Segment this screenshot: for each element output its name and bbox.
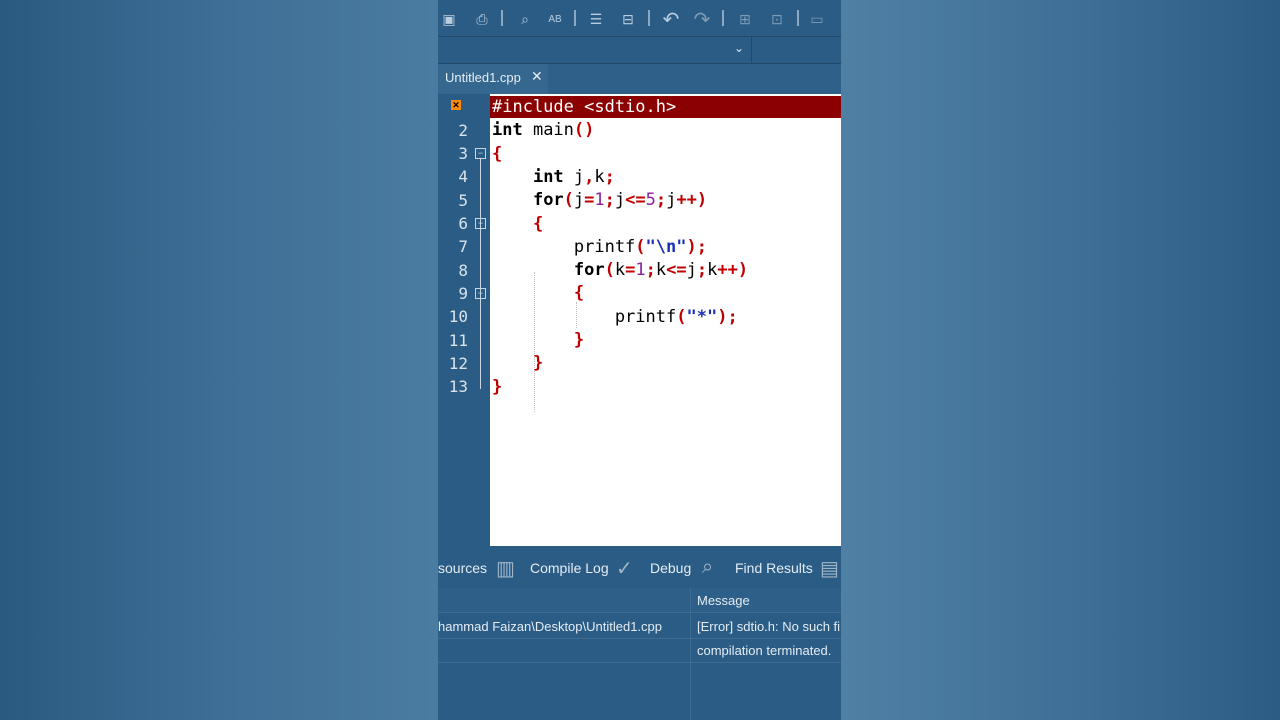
line-number: 6 <box>458 214 468 233</box>
line-number: 13 <box>448 377 468 396</box>
code-line[interactable]: int j,k; <box>492 166 615 189</box>
line-number-gutter: ✕ 2 3 4 5 6 7 8 9 10 11 12 13 − − − 1 <box>438 94 490 546</box>
class-dropdown-bar: ⌄ <box>438 37 841 63</box>
close-file-icon[interactable]: ▣ <box>438 8 460 30</box>
remove-page-icon[interactable]: ⊡ <box>766 8 788 30</box>
error-marker-icon: ✕ <box>451 100 461 110</box>
bottom-panel-tabs: sources ▥ Compile Log ✓ Debug ⌕ Find Res… <box>438 548 841 588</box>
line-number: 4 <box>458 167 468 186</box>
code-line[interactable]: int main() <box>492 119 594 142</box>
code-line[interactable]: } <box>492 329 584 352</box>
code-line[interactable]: printf("\n"); <box>492 236 707 259</box>
tab-debug[interactable]: Debug <box>650 560 691 576</box>
compile-log-icon: ▥ <box>496 558 515 580</box>
code-line[interactable]: { <box>492 143 502 166</box>
code-line[interactable]: for(k=1;k<=j;k++) <box>492 259 748 282</box>
line-number: 5 <box>458 191 468 210</box>
debug-check-icon: ✓ <box>616 558 633 580</box>
tab-find-results[interactable]: Find Results <box>735 560 813 576</box>
code-line[interactable]: { <box>492 282 584 305</box>
line-number: 11 <box>448 331 468 350</box>
compile-icon[interactable]: ⊟ <box>617 8 639 30</box>
print-icon[interactable]: ⎙ <box>471 8 493 30</box>
find-icon[interactable]: ⌕ <box>514 8 536 30</box>
code-line[interactable]: } <box>492 352 543 375</box>
fold-toggle-icon[interactable]: − <box>475 148 486 159</box>
add-page-icon[interactable]: ⊞ <box>734 8 756 30</box>
compiler-messages: Message hammad Faizan\Desktop\Untitled1.… <box>438 588 841 720</box>
message-text[interactable]: compilation terminated. <box>697 643 831 658</box>
column-header-message[interactable]: Message <box>697 593 750 608</box>
find-results-icon: ⌕ <box>702 556 714 578</box>
code-line[interactable]: #include <sdtio.h> <box>492 96 676 119</box>
toolbar-separator <box>797 10 799 26</box>
code-line[interactable]: printf("*"); <box>492 306 738 329</box>
line-number: 10 <box>448 307 468 326</box>
tab-label: Untitled1.cpp <box>445 70 521 85</box>
code-line[interactable]: for(j=1;j<=5;j++) <box>492 189 707 212</box>
code-editor[interactable]: ✕ 2 3 4 5 6 7 8 9 10 11 12 13 − − − 1 #i… <box>438 94 841 546</box>
toolbar-separator <box>574 10 576 26</box>
undo-icon[interactable]: ↶ <box>660 8 682 31</box>
chevron-down-icon[interactable]: ⌄ <box>734 41 744 55</box>
message-text[interactable]: [Error] sdtio.h: No such fi <box>697 619 840 634</box>
column-divider[interactable] <box>690 588 691 720</box>
ide-window: ▣ ⎙ ⌕ AB ☰ ⊟ ↶ ↷ ⊞ ⊡ ▭ ⌄ Untitled1.cpp ✕… <box>438 0 841 720</box>
comment-icon[interactable]: ▭ <box>806 8 828 30</box>
line-number: 7 <box>458 237 468 256</box>
code-area[interactable]: #include <sdtio.h> int main(){ int j,k; f… <box>490 94 841 546</box>
fold-guide <box>480 159 481 389</box>
line-number: 2 <box>458 121 468 140</box>
toolbar-separator <box>722 10 724 26</box>
line-number: 9 <box>458 284 468 303</box>
indent-icon[interactable]: ☰ <box>585 8 607 30</box>
line-number: 8 <box>458 261 468 280</box>
tab-untitled1[interactable]: Untitled1.cpp ✕ <box>438 64 548 94</box>
messages-header: Message <box>438 588 841 613</box>
close-panel-icon[interactable]: ▤ <box>820 556 839 581</box>
dropdown-divider <box>751 37 752 63</box>
line-number: 3 <box>458 144 468 163</box>
row-divider <box>438 662 841 663</box>
line-number: 12 <box>448 354 468 373</box>
code-line[interactable]: } <box>492 376 502 399</box>
message-file[interactable]: hammad Faizan\Desktop\Untitled1.cpp <box>438 619 662 634</box>
row-divider <box>438 638 841 639</box>
replace-icon[interactable]: AB <box>544 8 566 30</box>
toolbar-separator <box>501 10 503 26</box>
editor-tabstrip: Untitled1.cpp ✕ <box>438 63 841 94</box>
tab-resources[interactable]: sources <box>438 560 487 576</box>
toolbar: ▣ ⎙ ⌕ AB ☰ ⊟ ↶ ↷ ⊞ ⊡ ▭ <box>438 0 841 37</box>
toolbar-separator <box>648 10 650 26</box>
code-line[interactable]: { <box>492 213 543 236</box>
tab-compile-log[interactable]: Compile Log <box>530 560 609 576</box>
redo-icon[interactable]: ↷ <box>691 8 713 31</box>
close-tab-icon[interactable]: ✕ <box>531 68 543 85</box>
